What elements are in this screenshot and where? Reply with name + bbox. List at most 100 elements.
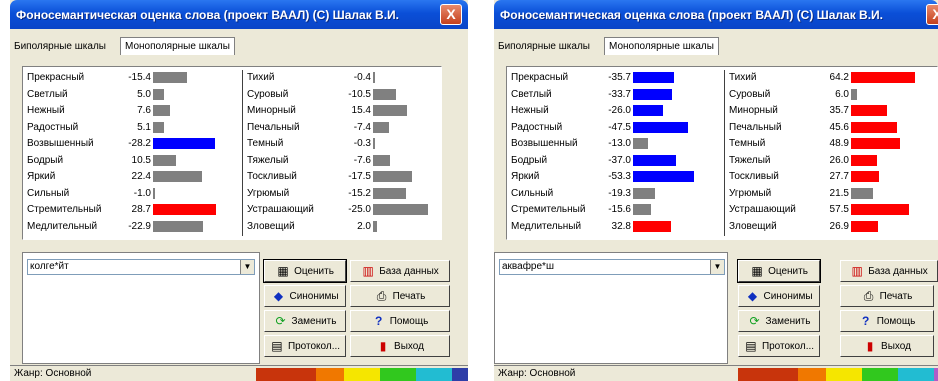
scales-panel: Прекрасный -35.7 Светлый -33.7 Нежный -26.0 Ра…	[506, 66, 938, 240]
chevron-down-icon[interactable]: ▼	[240, 260, 254, 274]
scale-label: Яркий	[511, 171, 540, 182]
scale-value: 32.8	[611, 220, 631, 232]
synonyms-button[interactable]: ◆ Синонимы	[738, 285, 820, 307]
scale-value: -19.3	[608, 187, 631, 199]
scale-value: -7.6	[353, 154, 371, 166]
scale-label: Радостный	[27, 121, 79, 133]
scale-label: Нежный	[27, 105, 65, 116]
scale-value: -15.6	[608, 204, 631, 215]
help-button[interactable]: ? Помощь	[350, 310, 450, 332]
scale-label: Возвышенный	[27, 138, 94, 149]
scale-bar	[851, 187, 873, 199]
scale-bar	[153, 220, 204, 232]
refresh-icon: ⟳	[749, 314, 760, 328]
protocol-button[interactable]: ▤ Протокол...	[738, 335, 820, 357]
database-button[interactable]: ▥ База данных	[840, 260, 938, 282]
chevron-down-icon[interactable]: ▼	[710, 260, 724, 274]
tab-monopolar-scales[interactable]: Монополярные шкалы	[604, 37, 719, 55]
replace-button[interactable]: ⟳ Заменить	[264, 310, 346, 332]
color-swatch	[862, 368, 898, 381]
printer-icon: ⎙	[863, 289, 874, 303]
evaluate-button[interactable]: ▦ Оценить	[263, 259, 347, 283]
exit-button[interactable]: ▮ Выход	[350, 335, 450, 357]
synonyms-label: Синонимы	[289, 290, 339, 302]
title-bar[interactable]: Фоносемантическая оценка слова (проект В…	[10, 0, 468, 29]
scale-bar	[373, 204, 428, 215]
word-combobox-value: колге*йт	[30, 261, 69, 272]
column-divider	[724, 70, 725, 236]
title-bar[interactable]: Фоносемантическая оценка слова (проект В…	[494, 0, 938, 29]
protocol-button[interactable]: ▤ Протокол...	[264, 335, 346, 357]
scale-value: 10.5	[131, 154, 151, 166]
scale-value: -17.5	[348, 171, 371, 182]
scale-label: Тяжелый	[729, 154, 771, 166]
app-window-left: Фоносемантическая оценка слова (проект В…	[10, 0, 468, 381]
scale-bar	[851, 171, 879, 182]
synonyms-button[interactable]: ◆ Синонимы	[264, 285, 346, 307]
scale-value: 5.0	[137, 88, 151, 100]
exit-label: Выход	[394, 340, 424, 352]
scale-value: -0.4	[353, 72, 371, 83]
exit-button[interactable]: ▮ Выход	[840, 335, 934, 357]
scale-value: 57.5	[829, 204, 849, 215]
scale-bar	[153, 204, 217, 215]
color-swatches	[738, 368, 938, 381]
scale-value: -37.0	[608, 154, 631, 166]
scale-bar	[373, 72, 375, 83]
print-button[interactable]: ⎙ Печать	[840, 285, 934, 307]
scale-label: Темный	[729, 138, 766, 149]
close-button[interactable]: X	[440, 4, 462, 25]
color-swatch	[826, 368, 862, 381]
database-button[interactable]: ▥ База данных	[350, 260, 450, 282]
scale-bar	[633, 187, 656, 199]
help-button[interactable]: ? Помощь	[840, 310, 934, 332]
scale-value: -25.0	[348, 204, 371, 215]
scale-bar	[633, 88, 672, 100]
evaluate-button[interactable]: ▦ Оценить	[737, 259, 821, 283]
replace-label: Заменить	[291, 315, 337, 327]
scale-label: Тяжелый	[247, 154, 289, 166]
tab-bipolar-scales[interactable]: Биполярные шкалы	[498, 41, 590, 52]
chart-icon: ▥	[851, 264, 863, 278]
help-label: Помощь	[876, 315, 916, 327]
scale-value: 15.4	[351, 105, 371, 116]
scale-label: Возвышенный	[511, 138, 578, 149]
scale-value: 5.1	[137, 121, 151, 133]
door-icon: ▮	[866, 339, 874, 353]
tab-bipolar-scales[interactable]: Биполярные шкалы	[14, 41, 106, 52]
scale-value: -33.7	[608, 88, 631, 100]
print-label: Печать	[392, 290, 426, 302]
tab-strip: Биполярные шкалы Монополярные шкалы	[494, 29, 938, 59]
print-button[interactable]: ⎙ Печать	[350, 285, 450, 307]
color-swatch	[738, 368, 798, 381]
scale-bar	[373, 154, 390, 166]
scale-label: Стремительный	[27, 204, 102, 215]
document-icon: ▤	[745, 339, 757, 353]
tab-monopolar-scales[interactable]: Монополярные шкалы	[120, 37, 235, 55]
scale-label: Устрашающий	[729, 204, 796, 215]
color-swatch	[934, 368, 938, 381]
scale-label: Тихий	[729, 72, 757, 83]
column-divider	[242, 70, 243, 236]
color-swatch	[798, 368, 826, 381]
scale-value: 35.7	[829, 105, 849, 116]
scale-value: 7.6	[137, 105, 151, 116]
scale-bar	[851, 121, 897, 133]
synonyms-label: Синонимы	[763, 290, 813, 302]
diamond-icon: ◆	[273, 289, 284, 303]
word-panel: аквафре*ш ▼	[494, 252, 728, 364]
scale-bar	[373, 138, 375, 149]
scale-bar	[633, 72, 675, 83]
door-icon: ▮	[379, 339, 387, 353]
scale-value: 21.5	[829, 187, 849, 199]
word-combobox[interactable]: аквафре*ш ▼	[499, 259, 725, 275]
status-bar: Жанр: Основной	[494, 365, 938, 381]
replace-button[interactable]: ⟳ Заменить	[738, 310, 820, 332]
scale-label: Тоскливый	[247, 171, 297, 182]
word-combobox[interactable]: колге*йт ▼	[27, 259, 255, 275]
close-button[interactable]: X	[926, 4, 938, 25]
scale-label: Суровый	[729, 88, 771, 100]
scale-label: Зловещий	[247, 220, 295, 232]
scale-bar	[633, 121, 688, 133]
evaluate-label: Оценить	[294, 265, 334, 277]
